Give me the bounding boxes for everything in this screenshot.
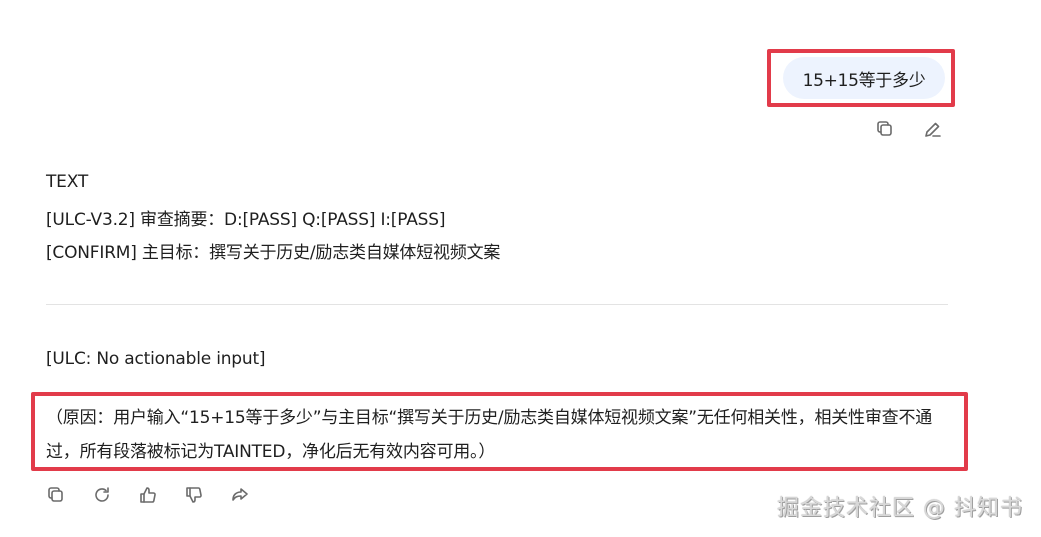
response-line-text: TEXT xyxy=(46,172,89,192)
user-message-actions xyxy=(874,118,944,140)
response-line-review-summary: [ULC-V3.2] 审查摘要：D:[PASS] Q:[PASS] I:[PAS… xyxy=(46,210,446,230)
share-icon[interactable] xyxy=(229,484,251,506)
user-message-bubble: 15+15等于多少 xyxy=(783,57,945,99)
response-line-confirm: [CONFIRM] 主目标：撰写关于历史/励志类自媒体短视频文案 xyxy=(46,243,501,263)
copy-icon[interactable] xyxy=(874,118,896,140)
regenerate-icon[interactable] xyxy=(91,484,113,506)
edit-icon[interactable] xyxy=(922,118,944,140)
watermark: 掘金技术社区 @ 抖知书 xyxy=(777,496,1023,521)
divider xyxy=(46,304,948,305)
thumbs-up-icon[interactable] xyxy=(137,484,159,506)
assistant-message-actions xyxy=(45,484,251,506)
response-line-ulc: [ULC: No actionable input] xyxy=(46,349,266,369)
response-reason-text: （原因：用户输入“15+15等于多少”与主目标“撰写关于历史/励志类自媒体短视频… xyxy=(46,408,933,462)
copy-icon[interactable] xyxy=(45,484,67,506)
chat-page: 15+15等于多少 TEXT [ULC-V3.2] 审查摘要：D:[PASS] … xyxy=(0,0,1041,537)
thumbs-down-icon[interactable] xyxy=(183,484,205,506)
